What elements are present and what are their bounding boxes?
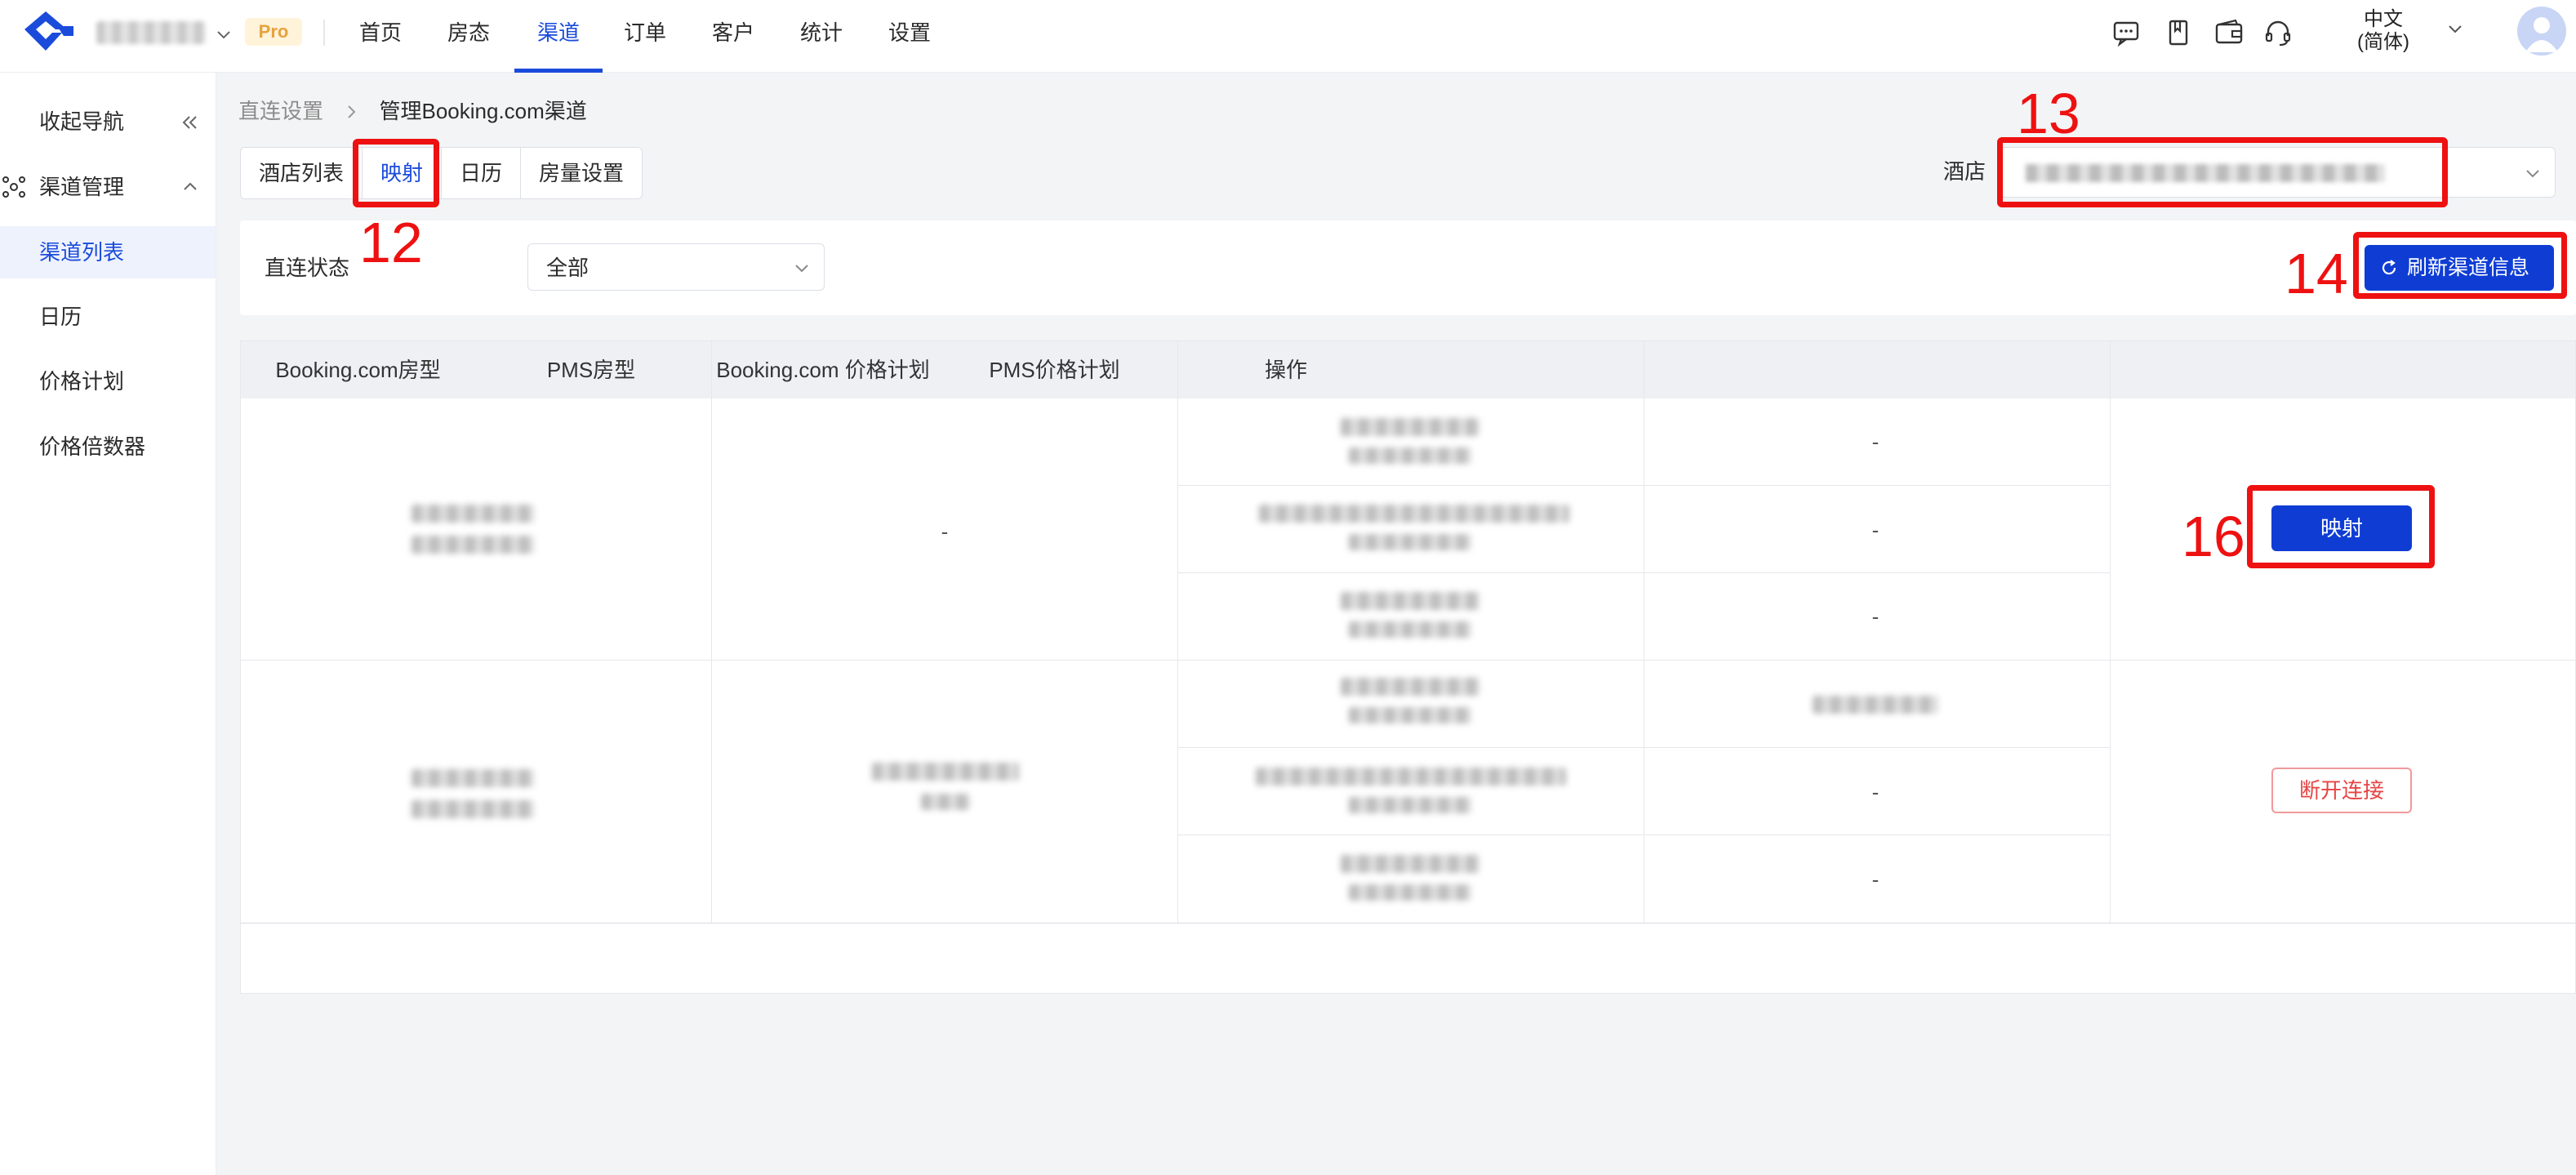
double-chevron-left-icon [182,116,197,129]
booking-rate-plan-redacted [1349,534,1471,550]
channel-network-icon [2,176,25,198]
sidebar-item-channel-list[interactable]: 渠道列表 [0,226,216,278]
annotation-box [353,139,439,207]
booking-rate-plan-redacted [1341,855,1479,873]
headset-icon[interactable] [2262,16,2294,49]
organization-name[interactable] [96,21,206,44]
pms-rate-plan-cell: - [1871,518,1880,542]
breadcrumb: 直连设置 管理Booking.com渠道 [238,95,587,127]
nav-statistics[interactable]: 统计 [797,0,846,69]
nav-settings[interactable]: 设置 [885,0,934,69]
column-header: Booking.com房型 [275,358,441,382]
booking-room-type-redacted [412,505,534,523]
booking-rate-plan-redacted [1349,447,1471,464]
annotation-number: 12 [359,211,423,274]
chevron-down-icon[interactable] [214,24,234,44]
booking-rate-plan-redacted [1349,884,1471,901]
language-line1: 中文 [2364,8,2403,30]
sidebar-item-label: 价格倍数器 [39,434,146,459]
nav-home[interactable]: 首页 [356,0,405,69]
disconnect-button[interactable]: 断开连接 [2271,768,2412,813]
app-root: Pro 首页 房态 渠道 订单 客户 统计 设置 中文 (简体) 收起导航 渠道… [0,0,2576,1175]
booking-rate-plan-redacted [1341,592,1479,610]
nav-room-status[interactable]: 房态 [444,0,493,69]
sidebar-group-label: 渠道管理 [39,175,125,199]
pms-rate-plan-cell: - [1871,604,1880,629]
annotation-box [1997,137,2448,207]
tab-bar: 酒店列表 映射 日历 房量设置 [240,147,643,199]
filter-panel: 直连状态 全部 刷新渠道信息 [240,220,2576,315]
breadcrumb-parent[interactable]: 直连设置 [238,99,323,123]
top-bar: Pro 首页 房态 渠道 订单 客户 统计 设置 中文 (简体) [0,0,2576,73]
nav-orders[interactable]: 订单 [621,0,670,69]
connection-status-select[interactable]: 全部 [527,243,825,291]
divider [323,20,325,46]
annotation-box [2247,485,2435,568]
hotel-label: 酒店 [1943,159,1987,184]
booking-rate-plan-redacted [1341,678,1479,696]
annotation-box [2353,232,2567,299]
column-header: PMS价格计划 [989,358,1120,382]
chevron-down-icon [2526,170,2539,178]
nav-channel[interactable]: 渠道 [514,0,603,73]
pro-badge: Pro [245,18,302,46]
booking-rate-plan-redacted [1341,418,1479,436]
booking-room-type-redacted [412,800,534,818]
booking-room-type-redacted [412,769,534,787]
tab-inventory-settings[interactable]: 房量设置 [521,148,642,198]
booking-rate-plan-redacted [1349,621,1471,638]
booking-rate-plan-redacted [1259,505,1569,523]
pms-rate-plan-cell: - [1871,780,1880,804]
annotation-number: 14 [2285,242,2348,305]
sidebar-item-rate-multiplier[interactable]: 价格倍数器 [0,421,216,473]
breadcrumb-current: 管理Booking.com渠道 [379,99,587,123]
sidebar-item-calendar[interactable]: 日历 [0,291,216,343]
collapse-nav-button[interactable]: 收起导航 [0,96,216,148]
language-switcher[interactable]: 中文 (简体) [2347,8,2420,57]
sidebar-group-channel-management[interactable]: 渠道管理 [0,161,216,213]
brand-logo-icon[interactable] [21,8,77,56]
booking-rate-plan-redacted [1349,707,1471,723]
column-header: 操作 [1264,358,1307,382]
pms-rate-plan-cell: - [1871,429,1880,454]
booking-rate-plan-redacted [1256,768,1566,786]
language-line2: (简体) [2357,31,2409,53]
sidebar-item-label: 渠道列表 [39,240,125,265]
collapse-nav-label: 收起导航 [39,109,125,134]
column-header: Booking.com 价格计划 [716,358,930,382]
booking-room-type-redacted [412,536,534,554]
pms-rate-plan-redacted [1813,696,1938,714]
tab-hotel-list[interactable]: 酒店列表 [241,148,363,198]
sidebar-item-rate-plans[interactable]: 价格计划 [0,355,216,407]
connection-status-label: 直连状态 [265,256,350,280]
annotation-number: 16 [2182,505,2245,568]
wallet-icon[interactable] [2213,16,2245,49]
booking-rate-plan-redacted [1349,797,1471,813]
user-icon [2525,17,2558,52]
tab-calendar[interactable]: 日历 [442,148,522,198]
chevron-right-icon [348,105,356,118]
sidebar-item-label: 价格计划 [39,369,125,394]
sidebar-item-label: 日历 [39,305,82,329]
nav-customers[interactable]: 客户 [709,0,758,69]
chevron-down-icon [795,265,808,273]
chevron-up-icon [184,182,197,190]
chevron-down-icon[interactable] [2445,18,2466,39]
connection-status-value: 全部 [546,256,589,280]
pms-room-type-redacted [872,763,1019,781]
column-header: PMS房型 [546,358,636,382]
annotation-number: 13 [2017,82,2080,145]
pms-room-type-redacted [921,794,970,810]
pms-rate-plan-cell: - [1871,867,1880,892]
avatar[interactable] [2517,7,2566,56]
table-header: Booking.com房型 PMS房型 Booking.com 价格计划 PMS… [241,341,2575,398]
book-icon[interactable] [2162,16,2195,49]
pms-room-type-cell: - [941,519,949,544]
message-icon[interactable] [2110,16,2142,49]
sidebar: 收起导航 渠道管理 渠道列表 日历 价格计划 价格倍数器 [0,73,216,1175]
